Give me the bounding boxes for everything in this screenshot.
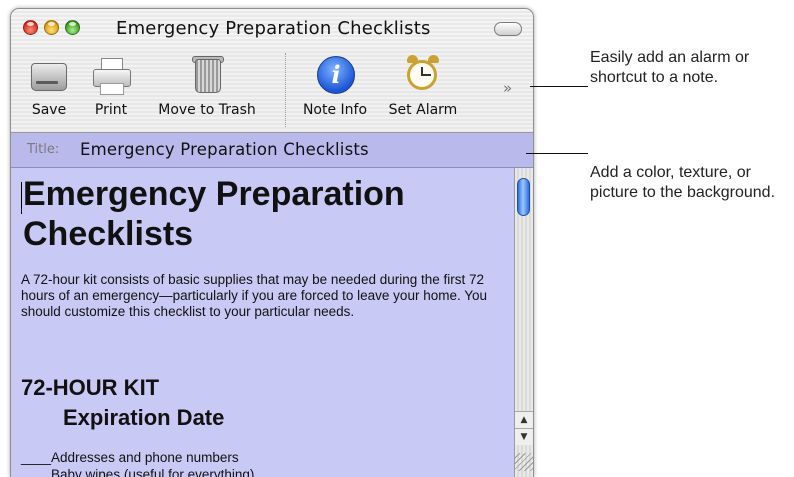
title-field-label: Title: <box>27 142 60 157</box>
title-field-value[interactable]: Emergency Preparation Checklists <box>80 140 369 159</box>
trash-icon <box>185 53 229 97</box>
set-alarm-button[interactable]: Set Alarm <box>383 53 463 118</box>
callout-background-line-2: picture to the background. <box>590 184 776 201</box>
window-title: Emergency Preparation Checklists <box>116 18 431 39</box>
note-content[interactable]: Emergency Preparation Checklists A 72-ho… <box>11 168 514 477</box>
note-heading: Emergency Preparation Checklists <box>23 175 405 253</box>
print-label: Print <box>94 102 128 118</box>
printer-icon <box>89 53 133 97</box>
note-info-label: Note Info <box>302 102 368 118</box>
scroll-up-arrow-icon[interactable]: ▲ <box>515 411 533 428</box>
callout-alarm-line-1: Easily add an alarm or <box>590 49 750 66</box>
toolbar-toggle-button[interactable] <box>494 22 522 36</box>
close-button[interactable] <box>23 20 38 35</box>
move-to-trash-button[interactable]: Move to Trash <box>148 53 266 118</box>
note-info-button[interactable]: i Note Info <box>296 53 374 118</box>
vertical-scrollbar[interactable]: ▲ ▼ <box>514 168 533 477</box>
note-intro: A 72-hour kit consists of basic supplies… <box>21 272 488 319</box>
checklist-item: ____Addresses and phone numbers <box>21 450 239 465</box>
resize-handle[interactable] <box>515 453 533 471</box>
callout-alarm-line-2: shortcut to a note. <box>590 69 719 86</box>
toolbar: Save Print Move to Trash i Note Info Set… <box>11 49 533 133</box>
callout-background-line-1: Add a color, texture, or <box>590 164 751 181</box>
callout-line-alarm <box>530 86 588 87</box>
set-alarm-label: Set Alarm <box>388 102 458 118</box>
save-button[interactable]: Save <box>27 53 71 118</box>
callout-background: Add a color, texture, or picture to the … <box>590 163 775 203</box>
info-icon: i <box>313 53 357 97</box>
scroll-down-arrow-icon[interactable]: ▼ <box>515 428 533 445</box>
title-bar[interactable]: Emergency Preparation Checklists <box>11 9 533 49</box>
save-label: Save <box>31 102 67 118</box>
scroll-thumb[interactable] <box>517 178 530 216</box>
minimize-button[interactable] <box>44 20 59 35</box>
subheading: Expiration Date <box>63 405 225 430</box>
alarm-clock-icon <box>401 53 445 97</box>
zoom-button[interactable] <box>65 20 80 35</box>
callout-alarm: Easily add an alarm or shortcut to a not… <box>590 48 749 88</box>
text-cursor <box>21 182 22 214</box>
print-button[interactable]: Print <box>89 53 133 118</box>
section-heading: 72-HOUR KIT <box>21 375 160 400</box>
disk-icon <box>27 53 71 97</box>
note-window: Emergency Preparation Checklists Save Pr… <box>10 8 534 477</box>
title-field[interactable]: Title: Emergency Preparation Checklists <box>11 133 533 168</box>
callout-line-background <box>526 153 588 154</box>
move-to-trash-label: Move to Trash <box>158 102 256 118</box>
toolbar-overflow-icon[interactable]: » <box>503 79 512 97</box>
toolbar-separator <box>285 53 286 127</box>
